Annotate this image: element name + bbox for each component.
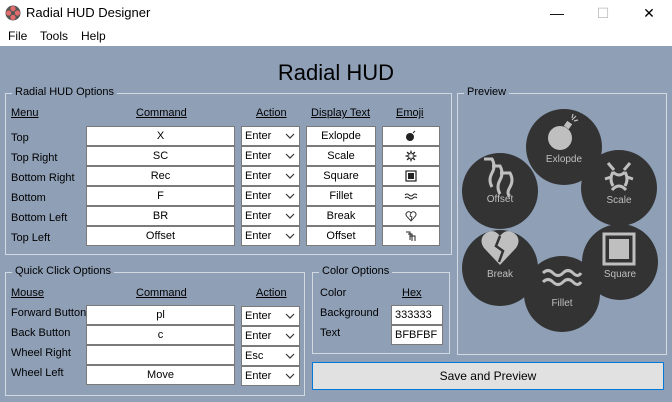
hud-segment-top-left[interactable]: Offset (462, 153, 538, 229)
maximize-icon: ☐ (596, 4, 610, 21)
hud-label-top: Exlopde (546, 154, 583, 165)
hud-label-bottom: Fillet (551, 298, 572, 309)
maximize-button[interactable]: ☐ (580, 0, 626, 26)
app-icon (5, 5, 21, 21)
menu-tools[interactable]: Tools (40, 29, 68, 43)
close-button[interactable]: ✕ (626, 0, 672, 26)
save-and-preview-button[interactable]: Save and Preview (312, 362, 664, 390)
title-bar: Radial HUD Designer — ☐ ✕ (0, 0, 672, 26)
hud-segment-bottom-left[interactable]: Break (462, 230, 538, 306)
save-and-preview-label: Save and Preview (439, 369, 537, 383)
hud-label-bottom-left: Break (487, 269, 514, 280)
window-title: Radial HUD Designer (26, 5, 151, 20)
radial-hud-preview: Exlopde Scale Square Fillet Break Offset (462, 109, 658, 332)
menu-help[interactable]: Help (81, 29, 106, 43)
menu-file[interactable]: File (8, 29, 27, 43)
minimize-button[interactable]: — (534, 0, 580, 26)
hud-label-bottom-right: Square (604, 269, 637, 280)
hud-segment-top-right[interactable]: Scale (581, 150, 657, 226)
hud-label-top-left: Offset (487, 194, 514, 205)
hud-label-top-right: Scale (606, 195, 631, 206)
close-icon: ✕ (643, 4, 655, 21)
menu-bar: File Tools Help (0, 26, 672, 46)
minimize-icon: — (550, 5, 564, 21)
client-area: Radial HUD Radial HUD Options Menu Comma… (0, 46, 672, 402)
